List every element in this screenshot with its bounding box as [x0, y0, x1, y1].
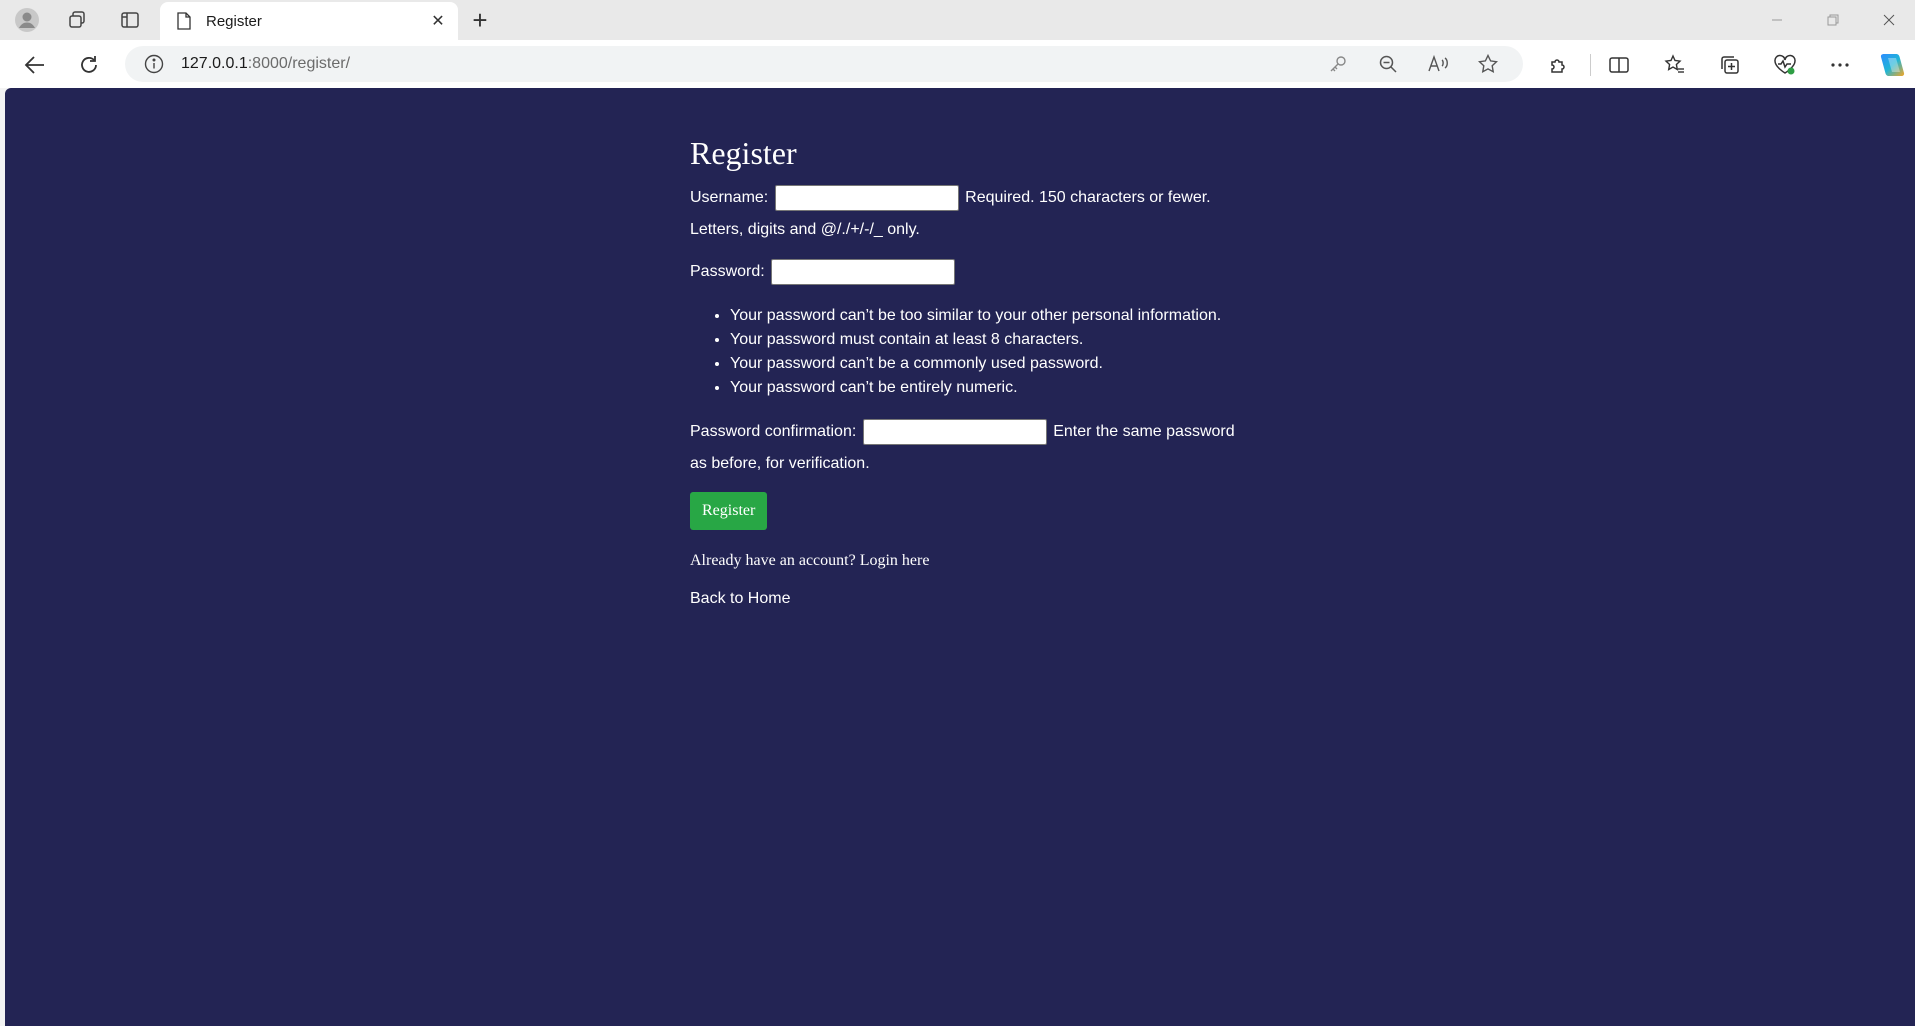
list-item: Your password must contain at least 8 ch… [730, 328, 1250, 352]
url-host: 127.0.0.1 [181, 55, 248, 72]
url-text[interactable]: 127.0.0.1:8000/register/ [181, 55, 1323, 73]
restore-button[interactable] [1810, 4, 1856, 36]
key-icon[interactable] [1323, 49, 1353, 79]
login-prompt: Already have an account? Login here [690, 552, 1250, 570]
username-input[interactable] [774, 184, 959, 211]
tab-title: Register [206, 12, 262, 30]
list-item: Your password can’t be too similar to yo… [730, 304, 1250, 328]
plus-icon: + [472, 5, 488, 35]
password-rules-list: Your password can’t be too similar to yo… [690, 304, 1250, 400]
close-tab-icon[interactable]: ✕ [426, 9, 450, 33]
star-icon[interactable] [1473, 49, 1503, 79]
username-label: Username: [690, 189, 769, 206]
close-window-button[interactable] [1866, 4, 1912, 36]
browser-window: Register ✕ + 127.0.0.1:8000/register/ Re… [0, 0, 1915, 1026]
refresh-icon[interactable] [74, 50, 104, 80]
list-item: Your password can’t be entirely numeric. [730, 376, 1250, 400]
username-help: Required. 150 characters or fewer. [965, 189, 1211, 206]
tab-actions-icon[interactable] [116, 6, 144, 34]
page-icon [174, 11, 194, 31]
password-input[interactable] [771, 258, 956, 285]
password-confirmation-row: Password confirmation: Enter the same pa… [690, 416, 1250, 480]
tab-strip: Register ✕ + [0, 0, 1915, 40]
username-help-2: Letters, digits and @/./+/-/_ only. [690, 221, 920, 238]
list-item: Your password can’t be a commonly used p… [730, 352, 1250, 376]
read-aloud-icon[interactable] [1423, 49, 1453, 79]
password-label: Password: [690, 263, 765, 280]
login-link[interactable]: Login here [860, 552, 930, 569]
extensions-icon[interactable] [1544, 50, 1574, 80]
back-to-home-link[interactable]: Back to Home [690, 590, 1250, 608]
profile-icon[interactable] [13, 6, 41, 34]
password-row: Password: [690, 256, 1250, 288]
password-confirmation-label: Password confirmation: [690, 423, 857, 440]
back-icon[interactable] [20, 50, 50, 80]
copilot-icon[interactable] [1877, 50, 1907, 80]
new-tab-button[interactable]: + [466, 6, 494, 34]
page-title: Register [690, 135, 797, 171]
register-form: Register Username: Required. 150 charact… [690, 134, 1250, 608]
minimize-button[interactable] [1754, 4, 1800, 36]
favorites-icon[interactable] [1660, 50, 1690, 80]
workspaces-icon[interactable] [63, 6, 91, 34]
browser-essentials-icon[interactable] [1770, 50, 1800, 80]
login-prompt-text: Already have an account? [690, 552, 856, 569]
url-path: :8000/register/ [247, 55, 351, 72]
register-button[interactable]: Register [690, 492, 768, 530]
password-confirmation-help: Enter the same password [1053, 423, 1235, 440]
more-icon[interactable] [1825, 50, 1855, 80]
zoom-out-icon[interactable] [1373, 49, 1403, 79]
toolbar-divider [1590, 54, 1591, 76]
username-row: Username: Required. 150 characters or fe… [690, 182, 1250, 246]
active-tab[interactable]: Register ✕ [160, 2, 458, 40]
address-bar[interactable]: 127.0.0.1:8000/register/ [125, 46, 1523, 82]
password-confirmation-input[interactable] [862, 418, 1047, 445]
browser-toolbar: 127.0.0.1:8000/register/ [0, 40, 1915, 88]
split-screen-icon[interactable] [1604, 50, 1634, 80]
password-confirmation-help-2: as before, for verification. [690, 455, 870, 472]
collections-icon[interactable] [1715, 50, 1745, 80]
info-icon[interactable] [143, 53, 165, 75]
page-viewport: Register Username: Required. 150 charact… [5, 88, 1915, 1026]
